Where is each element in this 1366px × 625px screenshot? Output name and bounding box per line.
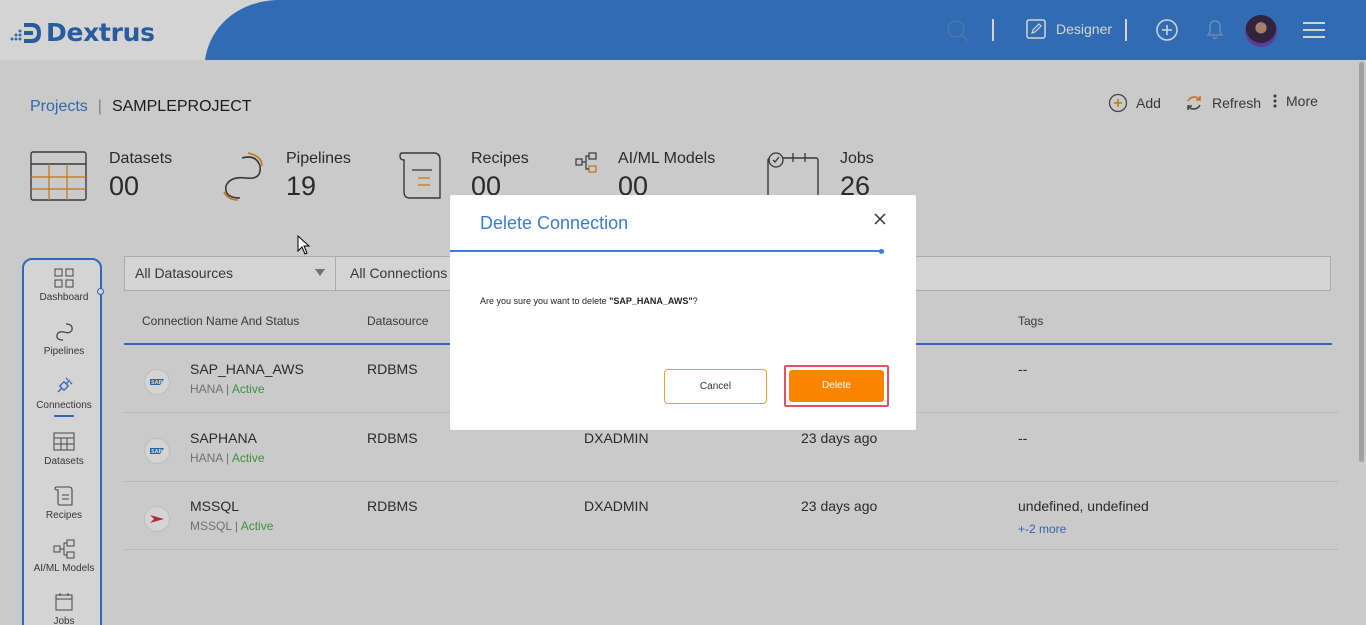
cancel-button[interactable]: Cancel [664, 369, 767, 404]
message-target: "SAP_HANA_AWS" [609, 296, 693, 306]
dialog-title: Delete Connection [480, 213, 629, 233]
scrollbar[interactable] [1359, 62, 1364, 462]
delete-button-highlight: Delete [784, 365, 889, 407]
dialog-message: Are you sure you want to delete "SAP_HAN… [480, 296, 698, 306]
delete-connection-dialog: Delete Connection Are you sure you want … [450, 195, 916, 430]
message-prefix: Are you sure you want to delete [480, 296, 610, 306]
delete-button[interactable]: Delete [789, 370, 884, 402]
mouse-cursor-icon [297, 235, 311, 255]
dialog-divider [450, 250, 884, 252]
close-icon[interactable] [872, 211, 888, 227]
dialog-divider-dot [879, 249, 884, 254]
message-suffix: ? [692, 296, 698, 306]
